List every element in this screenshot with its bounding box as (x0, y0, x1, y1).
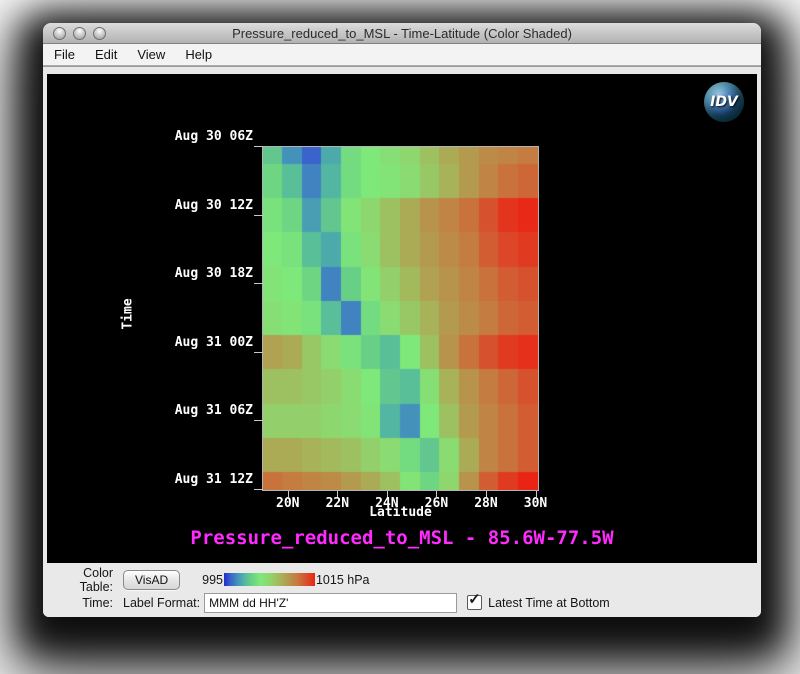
xtick-label: 24N (365, 497, 409, 511)
window-titlebar[interactable]: Pressure_reduced_to_MSL - Time-Latitude … (43, 23, 761, 44)
y-axis-title: Time (121, 298, 136, 329)
plot-title: Pressure_reduced_to_MSL - 85.6W-77.5W (47, 527, 757, 549)
menu-bar: File Edit View Help (43, 44, 761, 66)
tick-mark (254, 146, 263, 147)
control-panel: Color Table: VisAD 995 1015 hPa Time: La… (43, 563, 761, 617)
latest-time-checkbox[interactable]: ✓ (467, 595, 482, 610)
idv-display-window: Pressure_reduced_to_MSL - Time-Latitude … (43, 23, 761, 617)
tick-mark (254, 489, 263, 490)
scale-min-label: 995 (202, 573, 223, 587)
tick-mark (254, 215, 263, 216)
idv-globe-logo-icon: IDV (704, 82, 744, 122)
display-content-area: IDV Time Latitude Pressure_reduced_to_MS… (43, 66, 761, 563)
screenshot-background: Pressure_reduced_to_MSL - Time-Latitude … (0, 0, 800, 674)
ytick-label: Aug 30 18Z (163, 267, 253, 281)
window-title: Pressure_reduced_to_MSL - Time-Latitude … (43, 26, 761, 41)
color-table-visad-button[interactable]: VisAD (123, 570, 180, 590)
color-table-label: Color Table: (49, 566, 113, 594)
label-format-input[interactable] (204, 593, 457, 613)
tick-mark (254, 352, 263, 353)
pressure-heatmap[interactable] (263, 147, 538, 490)
ytick-label: Aug 31 12Z (163, 473, 253, 487)
checkmark-icon: ✓ (468, 590, 481, 608)
xtick-label: 22N (315, 497, 359, 511)
ytick-label: Aug 31 06Z (163, 404, 253, 418)
menu-help[interactable]: Help (175, 44, 222, 65)
time-label: Time: (49, 596, 113, 610)
latest-time-checkbox-label: Latest Time at Bottom (488, 596, 610, 610)
menu-edit[interactable]: Edit (85, 44, 127, 65)
xtick-label: 30N (514, 497, 558, 511)
menu-view[interactable]: View (127, 44, 175, 65)
menu-file[interactable]: File (44, 44, 85, 65)
xtick-label: 20N (266, 497, 310, 511)
3d-display-canvas[interactable]: IDV Time Latitude Pressure_reduced_to_MS… (47, 74, 757, 563)
tick-mark (254, 420, 263, 421)
ytick-label: Aug 31 00Z (163, 336, 253, 350)
color-scale-bar (224, 573, 315, 586)
time-latitude-plot[interactable] (262, 146, 539, 491)
xtick-label: 28N (464, 497, 508, 511)
label-format-label: Label Format: (123, 596, 200, 610)
xtick-label: 26N (414, 497, 458, 511)
ytick-label: Aug 30 06Z (163, 130, 253, 144)
tick-mark (254, 283, 263, 284)
color-table-row: Color Table: VisAD 995 1015 hPa (49, 568, 755, 591)
ytick-label: Aug 30 12Z (163, 199, 253, 213)
scale-max-label: 1015 hPa (316, 573, 370, 587)
time-format-row: Time: Label Format: ✓ Latest Time at Bot… (49, 591, 755, 614)
